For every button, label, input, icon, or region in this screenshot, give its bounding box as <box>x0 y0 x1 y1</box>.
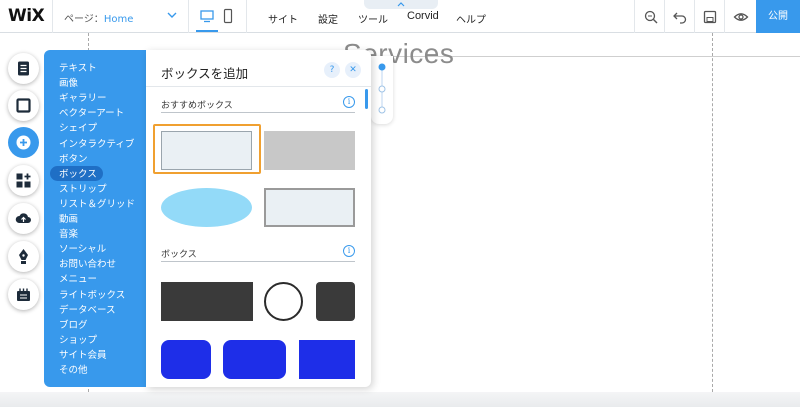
vertical-slider[interactable] <box>371 56 393 124</box>
menu-corvid[interactable]: Corvid <box>407 10 439 22</box>
page-selector[interactable]: ページ：Home <box>64 10 133 25</box>
category-list-grid[interactable]: リスト＆グリッド <box>59 196 135 210</box>
category-shop[interactable]: ショップ <box>59 332 97 346</box>
box-preset-light[interactable] <box>161 131 252 170</box>
section-divider <box>161 261 355 262</box>
top-bar: WiX ページ：Home サイト 設定 ツール Corvid ヘルプ 公開 <box>0 0 800 33</box>
menu-tools[interactable]: ツール <box>358 11 388 26</box>
box-preset-gray[interactable] <box>264 131 355 170</box>
section-title-recommended: おすすめボックス <box>161 101 233 111</box>
page-value: Home <box>103 14 134 25</box>
chevron-up-icon <box>397 2 405 7</box>
market-button[interactable] <box>8 279 39 310</box>
panel-scrollbar[interactable] <box>365 89 368 109</box>
category-gallery[interactable]: ギャラリー <box>59 90 107 104</box>
category-vector-art[interactable]: ベクターアート <box>59 105 124 119</box>
divider <box>188 0 189 33</box>
menu-help[interactable]: ヘルプ <box>456 11 486 26</box>
blog-button[interactable] <box>8 241 39 272</box>
add-icon <box>16 135 31 150</box>
wix-logo[interactable]: WiX <box>8 6 45 26</box>
market-icon <box>17 288 30 301</box>
pages-button[interactable] <box>8 53 39 84</box>
category-interactive[interactable]: インタラクティブ <box>59 136 134 150</box>
device-indicator <box>196 30 218 32</box>
category-video[interactable]: 動画 <box>59 211 78 225</box>
canvas-bottom-band <box>0 392 800 407</box>
gridline-right <box>712 33 713 407</box>
category-image[interactable]: 画像 <box>59 75 78 89</box>
menu-settings[interactable]: 設定 <box>318 11 338 26</box>
divider <box>664 0 665 33</box>
category-box[interactable]: ボックス <box>59 166 97 180</box>
divider <box>724 0 725 33</box>
category-social[interactable]: ソーシャル <box>59 241 106 255</box>
section-divider <box>161 112 355 113</box>
category-lightbox[interactable]: ライトボックス <box>59 287 125 301</box>
box-preset-bordered[interactable] <box>264 188 355 227</box>
category-music[interactable]: 音楽 <box>59 226 78 240</box>
add-panel-categories: テキスト 画像 ギャラリー ベクターアート シェイプ インタラクティブ ボタン … <box>44 50 146 387</box>
box-blue-rect[interactable] <box>299 340 355 379</box>
category-blog[interactable]: ブログ <box>59 317 88 331</box>
category-contact[interactable]: お問い合わせ <box>59 256 116 270</box>
divider <box>52 0 53 33</box>
undo-icon[interactable] <box>672 9 688 25</box>
header-divider <box>146 86 371 87</box>
box-preset-ellipse[interactable] <box>161 188 252 227</box>
add-button[interactable] <box>8 127 39 158</box>
category-menu[interactable]: メニュー <box>59 271 97 285</box>
category-text[interactable]: テキスト <box>59 60 97 74</box>
category-shape[interactable]: シェイプ <box>59 120 97 134</box>
box-circle-outline[interactable] <box>264 282 303 321</box>
pages-icon <box>18 61 29 76</box>
add-panel: ボックスを追加 ? ✕ おすすめボックス i ボックス i <box>146 50 371 387</box>
box-blue-rounded-wide[interactable] <box>223 340 286 379</box>
box-dark-rounded[interactable] <box>316 282 355 321</box>
upload-icon <box>15 213 31 223</box>
upload-button[interactable] <box>8 203 39 234</box>
panel-title: ボックスを追加 <box>161 66 249 81</box>
mobile-icon[interactable] <box>223 8 233 24</box>
slider-track-icon <box>378 63 386 114</box>
divider <box>634 0 635 33</box>
pen-icon <box>19 249 28 264</box>
zoom-icon[interactable] <box>643 9 659 25</box>
close-button[interactable]: ✕ <box>345 62 361 78</box>
box-dark-rect[interactable] <box>161 282 253 321</box>
category-database[interactable]: データベース <box>59 302 116 316</box>
preview-icon[interactable] <box>733 9 749 25</box>
category-strip[interactable]: ストリップ <box>59 181 107 195</box>
background-icon <box>16 98 31 113</box>
section-title-box: ボックス <box>161 250 197 260</box>
chevron-down-icon[interactable] <box>166 9 178 21</box>
apps-icon <box>16 173 31 188</box>
divider <box>694 0 695 33</box>
save-icon[interactable] <box>702 9 718 25</box>
background-button[interactable] <box>8 90 39 121</box>
category-members[interactable]: サイト会員 <box>59 347 107 361</box>
menu-site[interactable]: サイト <box>268 11 298 26</box>
help-button[interactable]: ? <box>324 62 340 78</box>
divider <box>246 0 247 33</box>
desktop-icon[interactable] <box>199 8 215 24</box>
box-blue-rounded[interactable] <box>161 340 211 379</box>
apps-button[interactable] <box>8 165 39 196</box>
page-label: ページ： <box>64 14 104 25</box>
info-icon[interactable]: i <box>343 245 355 257</box>
info-icon[interactable]: i <box>343 96 355 108</box>
publish-button[interactable]: 公開 <box>756 0 800 33</box>
category-other[interactable]: その他 <box>59 362 88 376</box>
category-button[interactable]: ボタン <box>59 151 88 165</box>
top-collapse-tab[interactable] <box>364 0 438 9</box>
